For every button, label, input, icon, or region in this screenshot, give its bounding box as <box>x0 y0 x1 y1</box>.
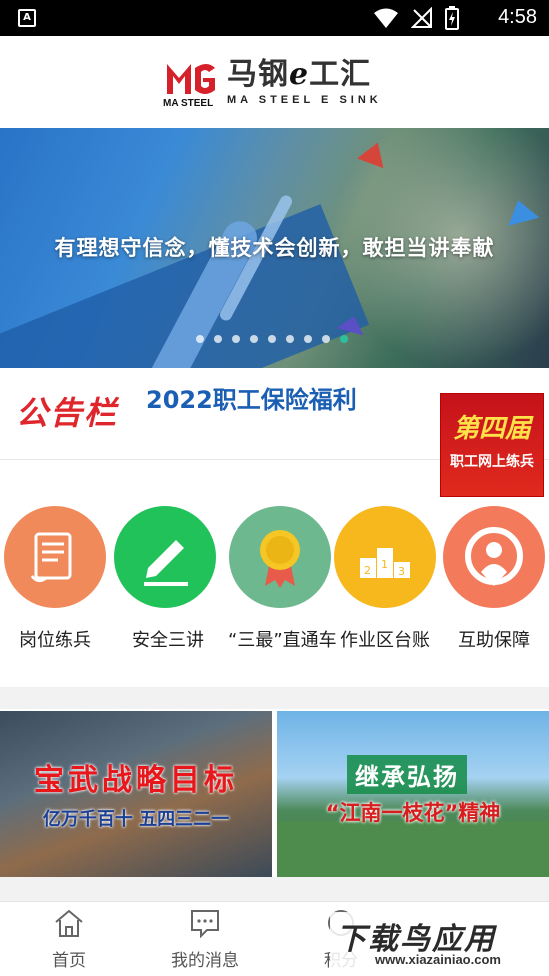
app-notification-icon: A <box>18 9 36 27</box>
carousel-dot[interactable] <box>340 335 348 343</box>
section-divider <box>0 687 549 709</box>
carousel-indicators <box>196 335 348 343</box>
carousel-dot[interactable] <box>286 335 294 343</box>
feature-card-spirit[interactable]: 继承弘扬 “江南一枝花”精神 <box>277 711 549 877</box>
section-divider <box>0 877 549 901</box>
status-icons <box>373 6 459 30</box>
carousel-dot[interactable] <box>196 335 204 343</box>
no-signal-icon <box>411 7 432 28</box>
medal-icon <box>229 506 331 608</box>
status-bar: A 4:58 <box>0 0 549 36</box>
shield-person-icon <box>443 506 545 608</box>
banner-slogan: 有理想守信念，懂技术会创新，敢担当讲奉献 <box>54 236 495 260</box>
feature-title: 宝武战略目标 <box>34 763 238 798</box>
carousel-dot[interactable] <box>214 335 222 343</box>
feature-grid: 岗位练兵 安全三讲 “三最”直通车 213 作业区台账 互助保障 <box>0 500 549 670</box>
svg-text:3: 3 <box>398 565 405 578</box>
nav-home[interactable]: 首页 <box>14 908 124 971</box>
grid-label: “三最”直通车 <box>228 630 337 651</box>
scroll-icon <box>4 506 106 608</box>
promo-caption: 职工网上练兵 <box>450 454 534 470</box>
carousel-dot[interactable] <box>268 335 276 343</box>
pen-edit-icon <box>114 506 216 608</box>
grid-item-direct-train[interactable]: “三最”直通车 <box>228 506 337 652</box>
training-promo-badge[interactable]: 第四届 职工网上练兵 <box>440 393 544 497</box>
masteel-logo: MA STEEL 马钢e工汇 MA STEEL E SINK <box>163 57 382 110</box>
carousel-dot[interactable] <box>322 335 330 343</box>
podium-icon: 213 <box>334 506 436 608</box>
grid-item-mutual-aid[interactable]: 互助保障 <box>442 506 546 652</box>
grid-label: 安全三讲 <box>132 630 204 651</box>
notice-label: 公告栏 <box>16 394 119 432</box>
nav-label: 我的消息 <box>171 951 239 971</box>
svg-text:2: 2 <box>364 564 371 577</box>
promo-edition: 第四届 <box>452 414 531 444</box>
grid-item-workarea-ledger[interactable]: 213 作业区台账 <box>333 506 437 652</box>
grid-label: 岗位练兵 <box>19 630 91 651</box>
carousel-dot[interactable] <box>304 335 312 343</box>
grid-label: 作业区台账 <box>340 630 430 651</box>
wifi-icon <box>374 8 398 28</box>
carousel-dot[interactable] <box>250 335 258 343</box>
masteel-logo-mark: MA STEEL <box>163 58 219 109</box>
logo-subtitle: MA STEEL E SINK <box>227 94 382 106</box>
message-icon <box>191 910 219 939</box>
banner-carousel[interactable]: 有理想守信念，懂技术会创新，敢担当讲奉献 <box>0 128 549 368</box>
clock: 4:58 <box>498 6 537 28</box>
feature-title: 继承弘扬 <box>347 755 467 794</box>
nav-messages[interactable]: 我的消息 <box>150 908 260 971</box>
home-icon <box>55 909 83 937</box>
feature-subtitle: “江南一枝花”精神 <box>325 801 501 825</box>
battery-charging-icon <box>445 6 459 30</box>
watermark: 下载鸟应用 www.xiazainiao.com <box>330 912 546 972</box>
logo-title: 马钢e工汇 <box>227 57 372 92</box>
grid-label: 互助保障 <box>458 630 530 651</box>
feature-card-strategy[interactable]: 宝武战略目标 亿万千百十 五四三二一 <box>0 711 272 877</box>
svg-text:1: 1 <box>381 558 388 571</box>
grid-item-safety[interactable]: 安全三讲 <box>113 506 217 652</box>
app-header: MA STEEL 马钢e工汇 MA STEEL E SINK <box>0 36 549 128</box>
svg-text:MA STEEL: MA STEEL <box>163 98 213 108</box>
grid-item-job-training[interactable]: 岗位练兵 <box>3 506 107 652</box>
watermark-url: www.xiazainiao.com <box>375 952 501 967</box>
nav-label: 首页 <box>52 951 86 971</box>
feature-subtitle: 亿万千百十 五四三二一 <box>42 809 230 830</box>
notice-title[interactable]: 2022职工保险福利 <box>146 380 357 415</box>
carousel-dot[interactable] <box>232 335 240 343</box>
